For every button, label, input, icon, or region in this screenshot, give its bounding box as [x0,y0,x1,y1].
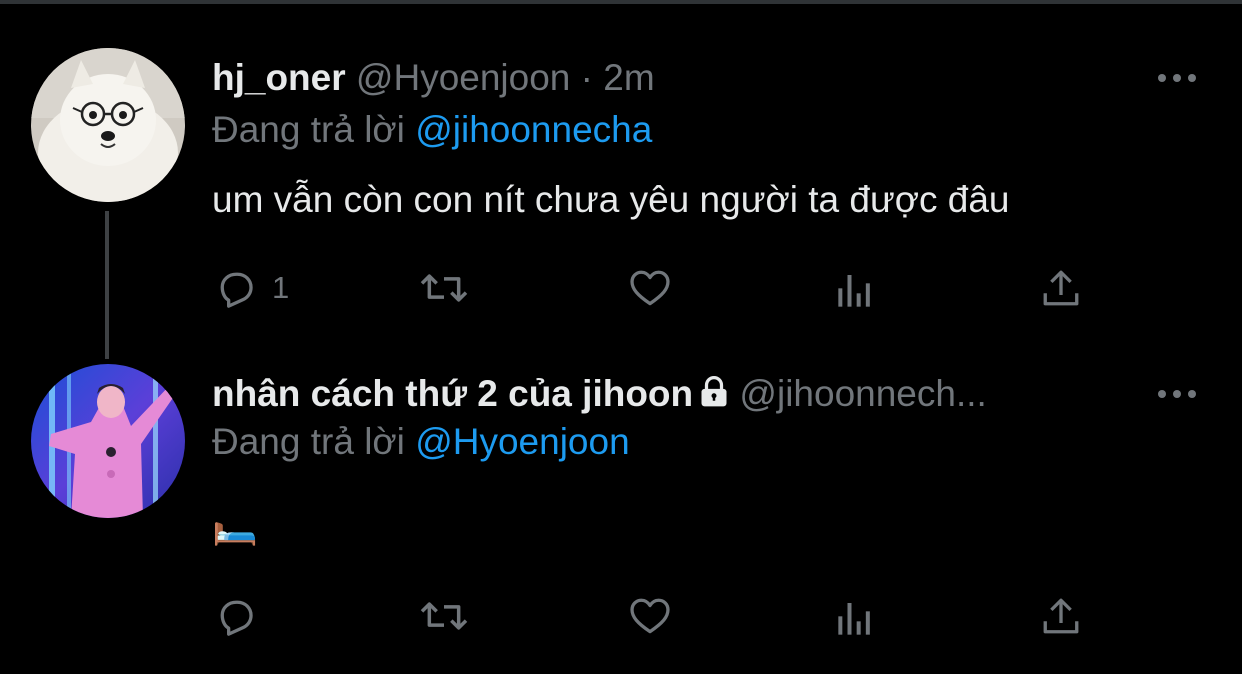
replying-to: Đang trả lời @jihoonnecha [212,108,652,152]
like-button[interactable] [627,594,673,638]
more-icon[interactable] [1158,388,1200,400]
heart-icon [630,270,670,306]
tweet-thread: hj_oner @Hyoenjoon · 2m Đang trả lời @ji… [0,0,1242,670]
retweet-button[interactable] [418,594,470,638]
reply-button[interactable]: 1 [214,266,289,310]
share-icon [1043,598,1079,634]
retweet-button[interactable] [418,266,470,310]
reply-icon [220,272,253,308]
reply-button[interactable] [214,594,272,638]
retweet-icon [420,274,468,302]
reply-count: 1 [272,270,290,305]
analytics-button[interactable] [835,596,875,640]
display-name[interactable]: hj_oner [212,57,346,98]
samoyed-avatar-image [31,48,185,202]
analytics-icon [838,603,870,635]
share-button[interactable] [1040,266,1082,310]
lock-icon [701,376,727,407]
tweet-header: hj_oner @Hyoenjoon · 2m [212,56,655,100]
more-icon[interactable] [1158,72,1200,84]
timestamp[interactable]: 2m [603,57,654,98]
share-icon [1043,270,1079,306]
replying-to-mention[interactable]: @Hyoenjoon [415,421,629,462]
avatar[interactable] [31,48,185,202]
replying-prefix: Đang trả lời [212,421,405,462]
share-button[interactable] [1040,594,1082,638]
separator: · [580,57,593,98]
tweet-text: um vẫn còn con nít chưa yêu người ta đượ… [212,179,1010,220]
heart-icon [630,598,670,634]
reply-icon [220,600,253,636]
retweet-icon [420,602,468,630]
handle[interactable]: @Hyoenjoon [356,57,570,98]
tweet-2[interactable]: nhân cách thứ 2 của jihoon @jihoonnech..… [0,344,1242,674]
avatar[interactable] [31,364,185,518]
replying-prefix: Đang trả lời [212,109,405,150]
person-avatar-image [31,364,185,518]
display-name[interactable]: nhân cách thứ 2 của jihoon [212,373,693,414]
tweet-1[interactable]: hj_oner @Hyoenjoon · 2m Đang trả lời @ji… [0,4,1242,344]
handle[interactable]: @jihoonnech... [739,373,986,414]
tweet-header: nhân cách thứ 2 của jihoon @jihoonnech..… [212,372,987,416]
analytics-button[interactable] [835,268,875,312]
tweet-text: 🛏️ [212,505,259,546]
replying-to-mention[interactable]: @jihoonnecha [415,109,652,150]
analytics-icon [838,275,870,307]
replying-to: Đang trả lời @Hyoenjoon [212,420,630,464]
like-button[interactable] [627,266,673,310]
